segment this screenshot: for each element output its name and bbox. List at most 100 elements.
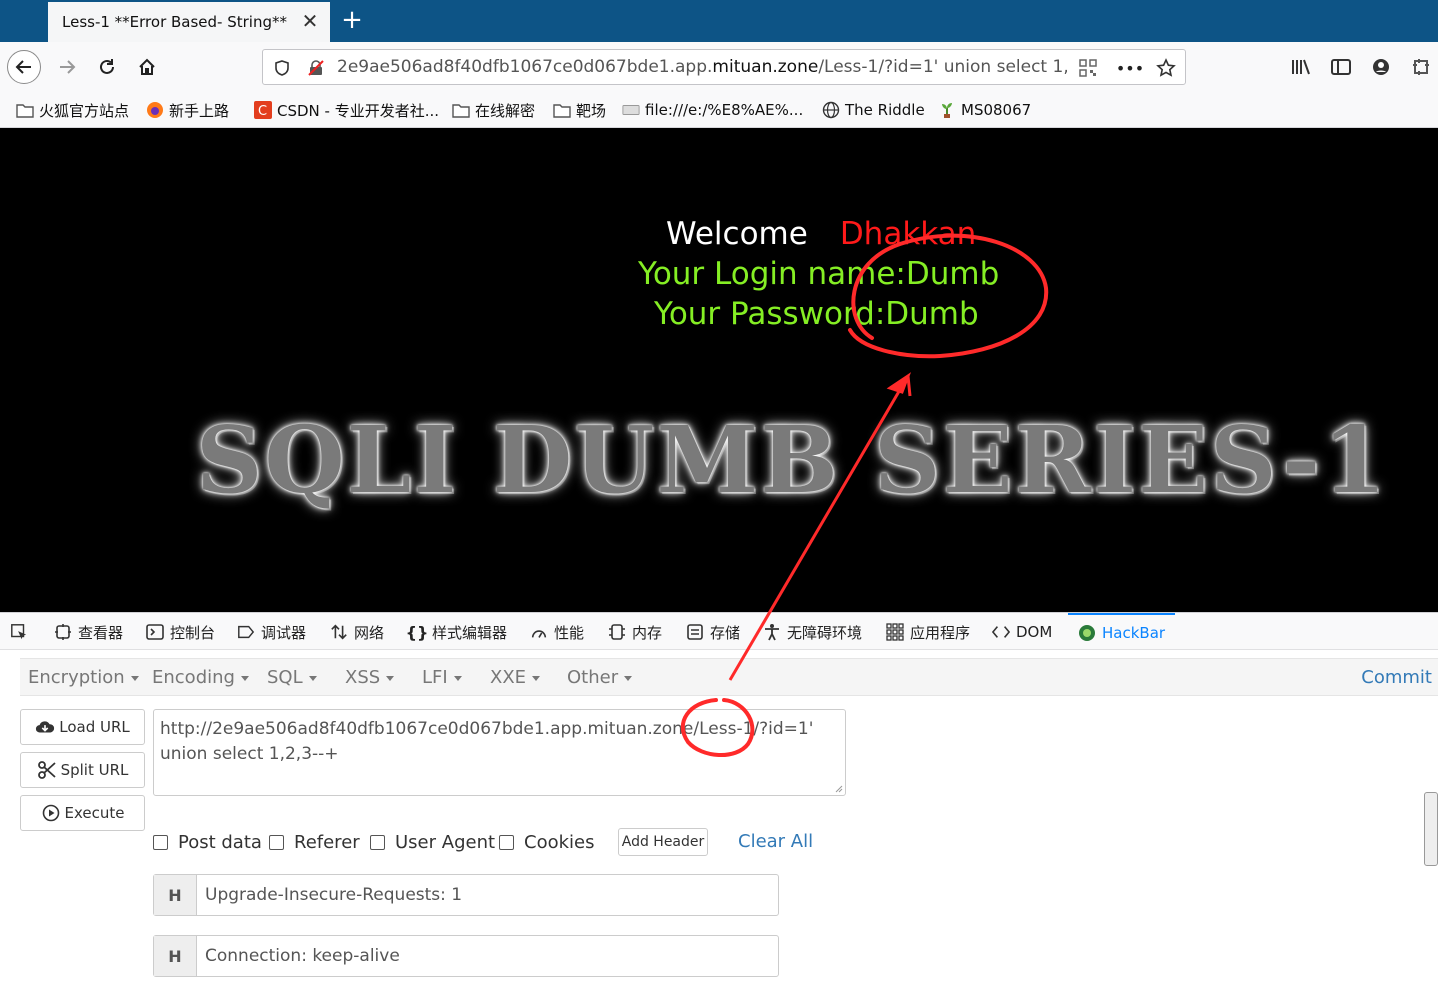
storage-icon xyxy=(686,623,704,641)
menu-encoding[interactable]: Encoding xyxy=(152,667,249,688)
qr-code-icon[interactable] xyxy=(1077,57,1099,79)
firefox-icon xyxy=(146,102,164,118)
user-agent-checkbox[interactable]: User Agent xyxy=(370,831,495,853)
globe-icon xyxy=(822,101,840,119)
add-header-button[interactable]: Add Header xyxy=(618,828,708,856)
tab-close-icon[interactable]: ✕ xyxy=(300,11,320,31)
menu-sql[interactable]: SQL xyxy=(267,667,317,688)
checkbox-box[interactable] xyxy=(499,834,514,850)
shield-icon[interactable] xyxy=(271,57,293,79)
account-icon[interactable] xyxy=(1364,50,1398,84)
caret-down-icon xyxy=(386,675,395,681)
cloud-download-icon xyxy=(35,718,55,736)
resize-grip-icon[interactable] xyxy=(833,783,843,793)
bookmark-star-icon[interactable] xyxy=(1155,57,1177,79)
referer-checkbox[interactable]: Referer xyxy=(269,831,360,853)
new-tab-button[interactable]: + xyxy=(338,6,366,34)
element-picker-button[interactable] xyxy=(10,613,34,651)
welcome-name: Dhakkan xyxy=(839,216,977,252)
console-icon xyxy=(146,623,164,641)
sidebar-icon[interactable] xyxy=(1324,50,1358,84)
load-url-button[interactable]: Load URL xyxy=(20,709,145,745)
commit-button[interactable]: Commit xyxy=(1361,667,1432,688)
clear-all-link[interactable]: Clear All xyxy=(738,831,813,852)
password-text: Your Password:Dumb xyxy=(654,296,979,332)
bookmark-ms08067[interactable]: MS08067 xyxy=(938,99,1031,121)
back-button[interactable] xyxy=(7,50,41,84)
cookies-checkbox[interactable]: Cookies xyxy=(499,831,594,853)
split-url-button[interactable]: Split URL xyxy=(20,752,145,788)
bookmark-online-decrypt[interactable]: 在线解密 xyxy=(452,99,535,121)
home-button[interactable] xyxy=(130,50,164,84)
tab-accessibility[interactable]: 无障碍环境 xyxy=(763,613,862,651)
braces-icon: {} xyxy=(405,622,429,642)
execute-button[interactable]: Execute xyxy=(20,795,145,831)
tab-storage[interactable]: 存储 xyxy=(686,613,740,651)
tab-less-1[interactable]: Less-1 **Error Based- String** ✕ xyxy=(48,2,330,42)
caret-down-icon xyxy=(240,675,249,681)
side-scroll-widget[interactable] xyxy=(1424,792,1438,866)
tab-memory[interactable]: 内存 xyxy=(608,613,662,651)
tab-dom[interactable]: DOM xyxy=(992,613,1052,651)
caret-down-icon xyxy=(624,675,633,681)
menu-label: Other xyxy=(567,667,619,688)
menu-xxe[interactable]: XXE xyxy=(490,667,541,688)
tab-hackbar[interactable]: HackBar xyxy=(1068,613,1176,651)
checkbox-box[interactable] xyxy=(153,834,168,850)
header-row: H Upgrade-Insecure-Requests: 1 xyxy=(153,874,779,916)
debugger-icon xyxy=(237,623,255,641)
accessibility-icon xyxy=(763,623,781,641)
menu-other[interactable]: Other xyxy=(567,667,633,688)
menu-xss[interactable]: XSS xyxy=(345,667,395,688)
tab-performance[interactable]: 性能 xyxy=(530,613,584,651)
checkbox-label: Post data xyxy=(178,831,262,853)
library-icon[interactable] xyxy=(1284,50,1318,84)
reload-button[interactable] xyxy=(90,50,124,84)
post-data-checkbox[interactable]: Post data xyxy=(153,831,262,853)
insecure-lock-icon[interactable] xyxy=(305,57,327,79)
forward-button[interactable] xyxy=(50,50,84,84)
menu-label: XSS xyxy=(345,667,381,688)
tab-console[interactable]: 控制台 xyxy=(146,613,215,651)
tab-label: 调试器 xyxy=(261,623,307,642)
extension-icon[interactable] xyxy=(1404,50,1438,84)
checkbox-label: User Agent xyxy=(395,831,496,853)
bookmark-the-riddle[interactable]: The Riddle xyxy=(822,99,925,121)
menu-label: LFI xyxy=(422,667,448,688)
menu-encryption[interactable]: Encryption xyxy=(28,667,139,688)
bookmark-range[interactable]: 靶场 xyxy=(553,99,606,121)
page-actions-icon[interactable]: ••• xyxy=(1116,57,1144,79)
bookmark-label: The Riddle xyxy=(845,101,925,119)
checkbox-box[interactable] xyxy=(269,834,284,850)
hackbar-icon xyxy=(1078,624,1096,642)
header-badge: H xyxy=(154,875,197,915)
tab-network[interactable]: 网络 xyxy=(330,613,384,651)
caret-down-icon xyxy=(453,675,462,681)
header-input[interactable]: Connection: keep-alive xyxy=(197,936,400,976)
bookmark-firefox-site[interactable]: 火狐官方站点 xyxy=(16,99,129,121)
caret-down-icon xyxy=(308,675,317,681)
bookmark-csdn[interactable]: C CSDN - 专业开发者社... xyxy=(254,99,439,121)
url-host: mituan.zone xyxy=(712,57,819,77)
tab-debugger[interactable]: 调试器 xyxy=(237,613,306,651)
url-bar[interactable]: 2e9ae506ad8f40dfb1067ce0d067bde1.app.mit… xyxy=(262,49,1186,85)
button-label: Split URL xyxy=(60,761,129,779)
tab-label: HackBar xyxy=(1102,624,1166,642)
checkbox-box[interactable] xyxy=(370,834,385,850)
memory-icon xyxy=(608,623,626,641)
url-textarea[interactable]: http://2e9ae506ad8f40dfb1067ce0d067bde1.… xyxy=(153,709,846,796)
tab-inspector[interactable]: 查看器 xyxy=(54,613,123,651)
forward-arrow-icon xyxy=(60,60,76,74)
menu-lfi[interactable]: LFI xyxy=(422,667,462,688)
header-input[interactable]: Upgrade-Insecure-Requests: 1 xyxy=(197,875,462,915)
inspector-icon xyxy=(54,623,72,641)
tab-style-editor[interactable]: {} 样式编辑器 xyxy=(405,613,507,651)
bookmark-getting-started[interactable]: 新手上路 xyxy=(146,99,229,121)
tab-label: 查看器 xyxy=(78,623,124,642)
menu-label: Encryption xyxy=(28,667,125,688)
folder-icon xyxy=(452,102,470,118)
tab-application[interactable]: 应用程序 xyxy=(886,613,970,651)
bookmark-file[interactable]: file:///e:/%E8%AE%... xyxy=(622,99,803,121)
browser-window: Less-1 **Error Based- String** ✕ + 2e9ae… xyxy=(0,0,1438,984)
url-text[interactable]: 2e9ae506ad8f40dfb1067ce0d067bde1.app.mit… xyxy=(337,57,1067,77)
